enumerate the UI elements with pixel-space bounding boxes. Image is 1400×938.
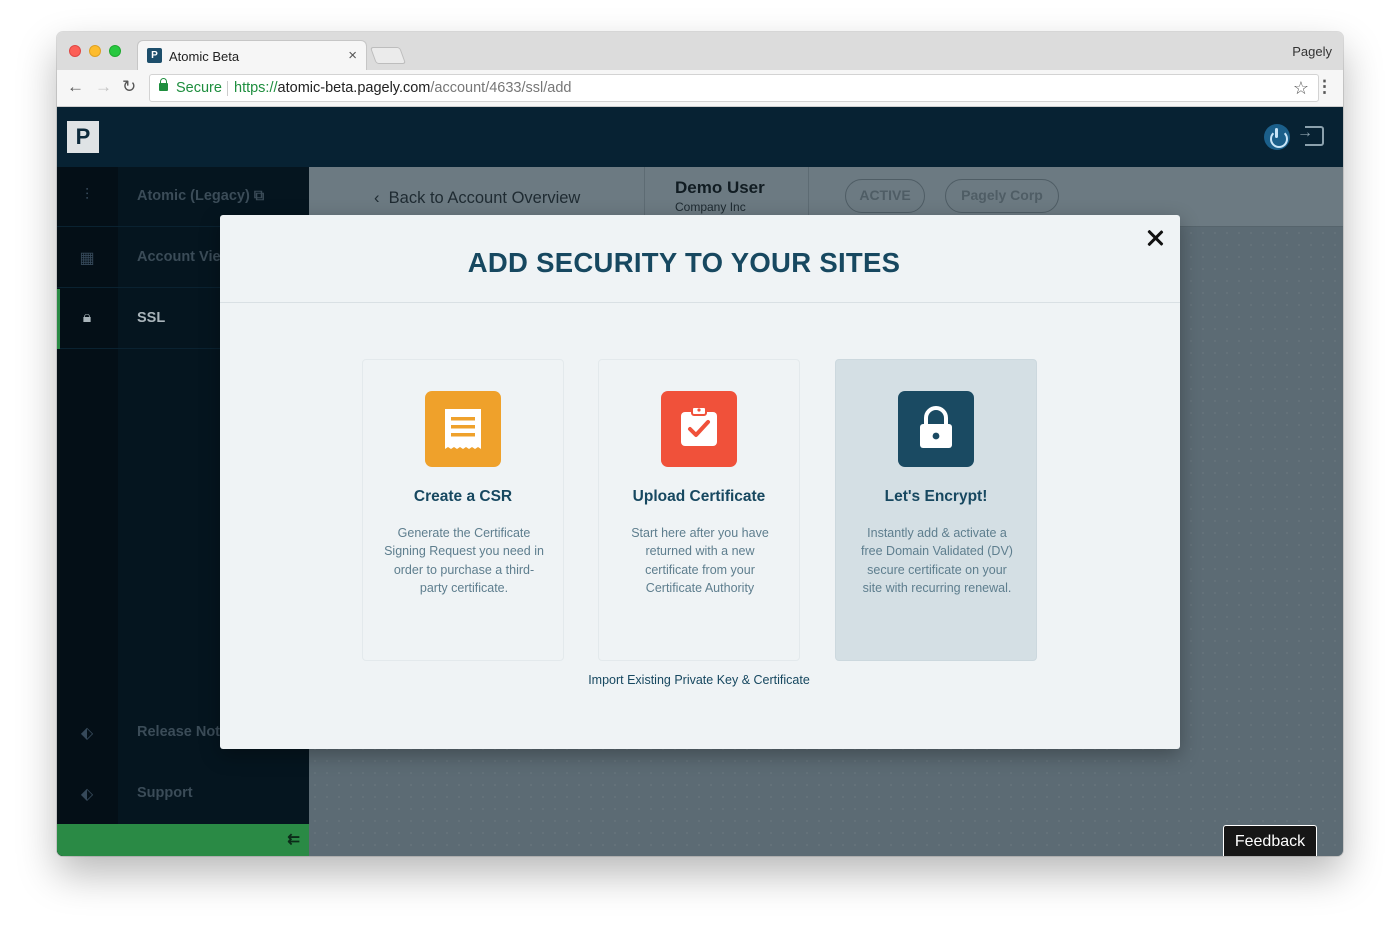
card-title: Upload Certificate xyxy=(632,488,766,505)
browser-tab[interactable]: P Atomic Beta × xyxy=(137,40,367,70)
zoom-window-button[interactable] xyxy=(109,45,121,57)
sidebar-item-support[interactable]: ⬖ Support xyxy=(57,764,309,824)
pagely-logo[interactable]: P xyxy=(67,121,99,153)
url-host: atomic-beta.pagely.com xyxy=(277,80,431,96)
lock-icon: 🔒︎ xyxy=(82,309,92,326)
lets-encrypt-card[interactable]: Let's Encrypt! Instantly add & activate … xyxy=(835,359,1037,661)
sidebar-collapse-bar: ⇇ xyxy=(57,824,309,856)
modal-header: ADD SECURITY TO YOUR SITES xyxy=(220,215,1180,303)
tab-close-icon[interactable]: × xyxy=(348,47,357,64)
omnibox-divider xyxy=(227,81,228,96)
import-existing-link[interactable]: Import Existing Private Key & Certificat… xyxy=(220,673,1178,687)
sidebar-item-label: Atomic (Legacy) ⧉ xyxy=(137,188,264,204)
clipboard-check-icon xyxy=(661,391,737,467)
dashboard-icon: ▦ xyxy=(79,250,95,267)
reload-icon[interactable]: ↻ xyxy=(122,77,136,97)
sidebar-item-label-text: Atomic (Legacy) xyxy=(137,188,250,204)
back-arrow-icon[interactable]: ← xyxy=(67,77,84,97)
profile-name[interactable]: Pagely xyxy=(1292,44,1332,59)
address-bar[interactable]: Secure https://atomic-beta.pagely.com/ac… xyxy=(149,74,1319,102)
collapse-sidebar-icon[interactable]: ⇇ xyxy=(287,830,300,848)
logout-icon[interactable] xyxy=(1297,124,1324,146)
waveform-icon: ⫶ xyxy=(84,187,89,204)
tab-title: Atomic Beta xyxy=(169,49,240,64)
document-icon-graphic xyxy=(445,409,481,449)
add-security-modal: ADD SECURITY TO YOUR SITES Create a CSR … xyxy=(220,215,1180,749)
user-name: Demo User xyxy=(675,178,765,197)
back-link-label: Back to Account Overview xyxy=(388,189,581,207)
status-badge: ACTIVE xyxy=(845,179,925,213)
sidebar-item-label: SSL xyxy=(137,310,166,326)
forward-arrow-icon[interactable]: → xyxy=(95,77,112,97)
minimize-window-button[interactable] xyxy=(89,45,101,57)
chevron-left-icon: ‹ xyxy=(374,189,380,207)
secure-label: Secure xyxy=(176,80,222,96)
secure-lock-icon xyxy=(159,78,168,91)
feedback-button[interactable]: Feedback xyxy=(1223,825,1317,856)
close-window-button[interactable] xyxy=(69,45,81,57)
url-scheme: https:// xyxy=(234,80,278,96)
browser-toolbar: ← → ↻ Secure https://atomic-beta.pagely.… xyxy=(57,70,1343,107)
external-link-icon: ⧉ xyxy=(253,188,265,204)
card-description: Instantly add & activate a free Domain V… xyxy=(861,526,1013,595)
browser-window: P Atomic Beta × Pagely ← → ↻ Secure http… xyxy=(57,32,1343,856)
url-path: /account/4633/ssl/add xyxy=(430,80,572,96)
close-icon[interactable] xyxy=(1144,227,1166,249)
document-icon xyxy=(425,391,501,467)
card-title: Create a CSR xyxy=(413,488,513,505)
back-to-overview-link[interactable]: ‹ Back to Account Overview xyxy=(374,189,580,208)
sidebar-item-label: Account View xyxy=(137,249,232,265)
company-name: Company Inc xyxy=(675,200,746,214)
app-topbar: P xyxy=(57,107,1343,167)
card-title: Let's Encrypt! xyxy=(884,488,988,505)
tag-icon: ⬖ xyxy=(80,786,94,803)
clipboard-icon-graphic xyxy=(681,406,717,446)
browser-menu-icon[interactable]: ⋮ xyxy=(1316,77,1333,97)
upload-certificate-card[interactable]: Upload Certificate Start here after you … xyxy=(598,359,800,661)
favicon-icon: P xyxy=(147,48,162,63)
tab-strip: P Atomic Beta × Pagely xyxy=(57,32,1343,70)
tag-icon: ⬖ xyxy=(80,725,94,742)
power-icon[interactable] xyxy=(1264,124,1290,150)
padlock-icon xyxy=(898,391,974,467)
app-root: P ⫶ Atomic (Legacy) ⧉ ▦ Account View 🔒︎ … xyxy=(57,107,1343,856)
card-description: Generate the Certificate Signing Request… xyxy=(384,526,544,595)
create-csr-card[interactable]: Create a CSR Generate the Certificate Si… xyxy=(362,359,564,661)
new-tab-button[interactable] xyxy=(369,47,407,64)
padlock-icon-graphic xyxy=(920,406,952,448)
organization-badge[interactable]: Pagely Corp xyxy=(945,179,1059,213)
modal-title: ADD SECURITY TO YOUR SITES xyxy=(467,247,901,278)
card-description: Start here after you have returned with … xyxy=(631,526,769,595)
url-text[interactable]: https://atomic-beta.pagely.com/account/4… xyxy=(234,75,571,101)
bookmark-star-icon[interactable]: ☆ xyxy=(1293,75,1309,101)
sidebar-item-label: Support xyxy=(137,785,193,801)
